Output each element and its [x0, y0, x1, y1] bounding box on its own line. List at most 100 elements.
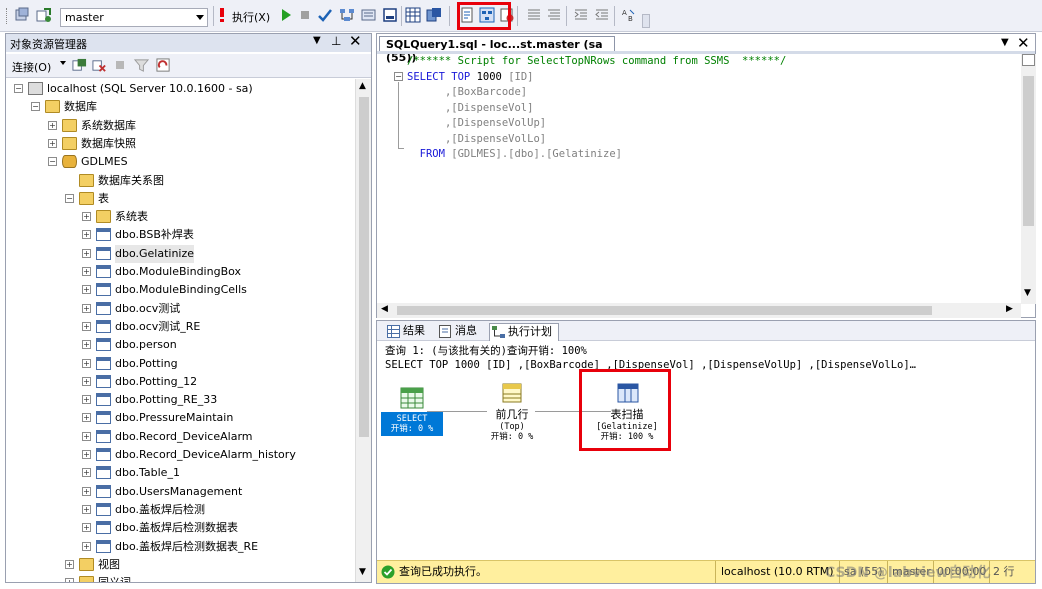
- tree-item[interactable]: + dbo.person: [6, 336, 354, 354]
- expand-icon[interactable]: +: [82, 468, 91, 478]
- dropdown-icon[interactable]: ▼: [313, 35, 321, 46]
- tree-item[interactable]: + dbo.Potting_12: [6, 373, 354, 391]
- tree-item[interactable]: + dbo.PressureMaintain: [6, 409, 354, 427]
- tree-item[interactable]: + 视图: [6, 556, 354, 574]
- expand-icon[interactable]: +: [82, 523, 91, 533]
- tree-item[interactable]: + dbo.ocv测试_RE: [6, 318, 354, 336]
- disconnect-icon[interactable]: [92, 58, 107, 73]
- database-selector[interactable]: master: [60, 8, 208, 27]
- scroll-right-icon[interactable]: ▶: [1006, 304, 1013, 314]
- scroll-down-icon[interactable]: ▼: [359, 567, 366, 577]
- collapse-icon[interactable]: −: [48, 157, 57, 167]
- split-handle[interactable]: [1022, 54, 1035, 66]
- connect-button[interactable]: 连接(O): [12, 59, 51, 75]
- tab-execution-plan[interactable]: 执行计划: [489, 323, 559, 341]
- expand-icon[interactable]: +: [82, 395, 91, 405]
- run-icon[interactable]: [278, 7, 294, 23]
- expand-icon[interactable]: +: [82, 340, 91, 350]
- pin-icon[interactable]: ⊥: [331, 34, 341, 48]
- uncomment-icon[interactable]: [546, 7, 562, 23]
- stop-icon[interactable]: [114, 59, 126, 71]
- chevron-down-icon[interactable]: [196, 15, 204, 20]
- expand-icon[interactable]: +: [65, 578, 74, 582]
- object-explorer-scrollbar[interactable]: ▲ ▼: [355, 79, 371, 582]
- register-icon[interactable]: [14, 7, 30, 23]
- tree-item[interactable]: + 系统表: [6, 208, 354, 226]
- scroll-up-icon[interactable]: ▲: [359, 81, 366, 91]
- comment-icon[interactable]: [526, 7, 542, 23]
- scroll-down-icon[interactable]: ▼: [1024, 288, 1031, 298]
- tree-item[interactable]: + dbo.Table_1: [6, 464, 354, 482]
- results-text-icon[interactable]: [382, 7, 398, 23]
- tree-item[interactable]: + dbo.Gelatinize: [6, 244, 354, 263]
- plan-node-select[interactable]: SELECT 开销: 0 %: [381, 387, 443, 437]
- expand-icon[interactable]: +: [82, 321, 91, 331]
- tree-item[interactable]: + dbo.Record_DeviceAlarm: [6, 428, 354, 446]
- collapse-icon[interactable]: −: [14, 84, 23, 93]
- expand-icon[interactable]: +: [82, 450, 91, 459]
- scroll-left-icon[interactable]: ◀: [381, 304, 388, 314]
- collapse-icon[interactable]: −: [31, 102, 40, 112]
- expand-icon[interactable]: +: [82, 413, 91, 423]
- expand-icon[interactable]: +: [65, 559, 74, 569]
- expand-icon[interactable]: +: [82, 431, 91, 441]
- tree-item[interactable]: + 数据库快照: [6, 135, 354, 153]
- editor-vertical-scrollbar[interactable]: ▼: [1021, 54, 1036, 304]
- expand-icon[interactable]: +: [82, 230, 91, 240]
- collapse-region-icon[interactable]: −: [394, 72, 403, 81]
- query-options-icon[interactable]: [361, 7, 377, 23]
- tab-sqlquery1[interactable]: SQLQuery1.sql - loc...st.master (sa (55)…: [379, 36, 615, 64]
- expand-icon[interactable]: +: [48, 138, 57, 148]
- tab-results[interactable]: 结果: [385, 323, 425, 341]
- tree-item[interactable]: + dbo.盖板焊后检测: [6, 501, 354, 519]
- toolbar-overflow-button[interactable]: [642, 14, 650, 28]
- expand-icon[interactable]: +: [82, 504, 91, 514]
- connect-dropdown-icon[interactable]: [60, 61, 66, 65]
- refresh-icon[interactable]: [156, 58, 171, 73]
- expand-icon[interactable]: +: [82, 376, 91, 386]
- parse-icon[interactable]: [317, 7, 333, 23]
- results-grid-icon[interactable]: [405, 7, 421, 23]
- results-file-icon[interactable]: [426, 7, 442, 23]
- expand-icon[interactable]: +: [82, 212, 91, 222]
- expand-icon[interactable]: +: [82, 285, 91, 295]
- execute-icon[interactable]: [217, 7, 227, 23]
- display-plan-icon[interactable]: [339, 7, 355, 23]
- outdent-icon[interactable]: [594, 7, 610, 23]
- scrollbar-thumb[interactable]: [397, 306, 932, 315]
- register-server-icon[interactable]: [72, 58, 87, 73]
- tree-item[interactable]: + dbo.Potting: [6, 355, 354, 373]
- close-icon[interactable]: ✕: [1017, 34, 1030, 52]
- tree-item[interactable]: − GDLMES: [6, 153, 354, 171]
- filter-icon[interactable]: [134, 58, 149, 73]
- tree-item[interactable]: − 表: [6, 190, 354, 208]
- close-icon[interactable]: ✕: [349, 32, 362, 50]
- tree-item[interactable]: + dbo.ModuleBindingCells: [6, 281, 354, 299]
- tree-item[interactable]: + dbo.UsersManagement: [6, 483, 354, 501]
- tree-item[interactable]: + dbo.ModuleBindingBox: [6, 263, 354, 281]
- collapse-icon[interactable]: −: [65, 193, 74, 203]
- expand-icon[interactable]: +: [82, 486, 91, 496]
- indent-icon[interactable]: [573, 7, 589, 23]
- tab-messages[interactable]: 消息: [437, 323, 477, 341]
- stop-icon[interactable]: [297, 7, 313, 23]
- tree-item[interactable]: 数据库关系图: [6, 172, 354, 190]
- code-editor[interactable]: − /****** Script for SelectTopNRows comm…: [377, 54, 1021, 303]
- tree-item[interactable]: + dbo.ocv测试: [6, 300, 354, 318]
- tree-item[interactable]: + dbo.Record_DeviceAlarm_history: [6, 446, 354, 464]
- specify-values-icon[interactable]: AB: [621, 7, 637, 23]
- tree-item[interactable]: − 数据库: [6, 98, 354, 116]
- execute-button[interactable]: 执行(X): [232, 9, 270, 25]
- connect-icon[interactable]: [36, 7, 52, 23]
- tree-item[interactable]: + 系统数据库: [6, 117, 354, 135]
- expand-icon[interactable]: +: [82, 541, 91, 551]
- tree-item[interactable]: + dbo.Potting_RE_33: [6, 391, 354, 409]
- scrollbar-thumb[interactable]: [359, 97, 369, 437]
- tab-list-icon[interactable]: ▼: [1001, 37, 1009, 48]
- tree-item[interactable]: + dbo.盖板焊后检测数据表_RE: [6, 538, 354, 556]
- editor-horizontal-scrollbar[interactable]: ◀ ▶: [377, 303, 1021, 318]
- expand-icon[interactable]: +: [48, 120, 57, 130]
- tree-item[interactable]: + dbo.BSB补焊表: [6, 226, 354, 244]
- expand-icon[interactable]: +: [82, 358, 91, 368]
- expand-icon[interactable]: +: [82, 303, 91, 313]
